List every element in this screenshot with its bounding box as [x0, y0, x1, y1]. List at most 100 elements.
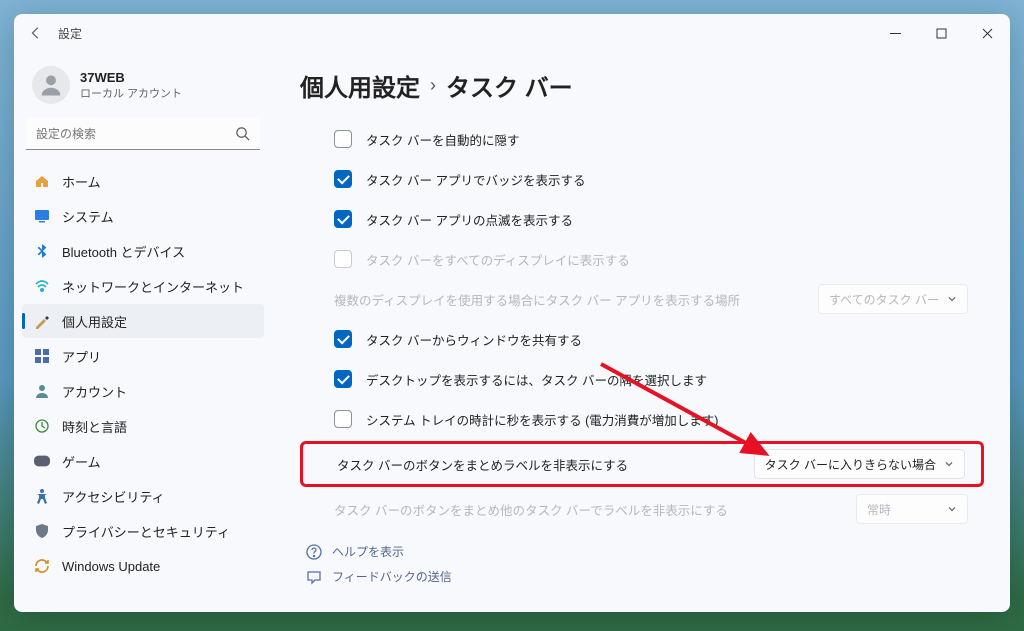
chevron-down-icon — [947, 294, 957, 304]
chevron-right-icon: › — [430, 75, 436, 96]
sidebar-item-label: システム — [62, 207, 114, 226]
setting-label: システム トレイの時計に秒を表示する (電力消費が増加します) — [366, 410, 968, 429]
privacy-icon — [34, 523, 50, 539]
sidebar-item-label: 個人用設定 — [62, 312, 127, 331]
sidebar-item-label: ネットワークとインターネット — [62, 277, 244, 296]
breadcrumb-current: タスク バー — [446, 68, 573, 103]
setting-label: タスク バー アプリの点滅を表示する — [366, 210, 968, 229]
sidebar-item-home[interactable]: ホーム — [22, 164, 264, 198]
bluetooth-icon — [34, 243, 50, 259]
sidebar-item-access[interactable]: アクセシビリティ — [22, 479, 264, 513]
feedback-link[interactable]: フィードバックの送信 — [306, 568, 984, 585]
sidebar-item-label: Windows Update — [62, 559, 160, 574]
setting-seconds[interactable]: システム トレイの時計に秒を表示する (電力消費が増加します) — [300, 399, 984, 439]
network-icon — [34, 278, 50, 294]
checkbox[interactable] — [334, 370, 352, 388]
setting-label: タスク バーのボタンをまとめラベルを非表示にする — [337, 455, 754, 474]
close-button[interactable] — [964, 17, 1010, 49]
sidebar-item-apps[interactable]: アプリ — [22, 339, 264, 373]
back-icon[interactable] — [28, 25, 44, 41]
apps-icon — [34, 348, 50, 364]
chevron-down-icon — [947, 504, 957, 514]
combo-value: 常時 — [867, 501, 891, 518]
settings-list: タスク バーを自動的に隠すタスク バー アプリでバッジを表示するタスク バー ア… — [300, 119, 984, 529]
minimize-button[interactable] — [872, 17, 918, 49]
settings-window: 設定 37WEB ローカル アカウント — [14, 14, 1010, 612]
setting-showdesk[interactable]: デスクトップを表示するには、タスク バーの隅を選択します — [300, 359, 984, 399]
sidebar-item-label: ホーム — [62, 172, 101, 191]
sidebar-item-label: 時刻と言語 — [62, 417, 127, 436]
checkbox — [334, 250, 352, 268]
window-title: 設定 — [58, 25, 82, 42]
setting-combine2: タスク バーのボタンをまとめ他のタスク バーでラベルを非表示にする常時 — [300, 489, 984, 529]
sidebar-item-network[interactable]: ネットワークとインターネット — [22, 269, 264, 303]
setting-label: 複数のディスプレイを使用する場合にタスク バー アプリを表示する場所 — [334, 290, 818, 309]
breadcrumb-parent[interactable]: 個人用設定 — [300, 68, 420, 103]
setting-autohide[interactable]: タスク バーを自動的に隠す — [300, 119, 984, 159]
setting-label: タスク バー アプリでバッジを表示する — [366, 170, 968, 189]
setting-combine: タスク バーのボタンをまとめラベルを非表示にするタスク バーに入りきらない場合 — [303, 444, 981, 484]
search-icon[interactable] — [235, 126, 250, 146]
checkbox[interactable] — [334, 170, 352, 188]
maximize-button[interactable] — [918, 17, 964, 49]
main-content: 個人用設定 › タスク バー タスク バーを自動的に隠すタスク バー アプリでバ… — [272, 52, 1010, 612]
sidebar-item-label: Bluetooth とデバイス — [62, 242, 185, 261]
home-icon — [34, 173, 50, 189]
setting-label: タスク バーからウィンドウを共有する — [366, 330, 968, 349]
sidebar-item-game[interactable]: ゲーム — [22, 444, 264, 478]
nav-list: ホームシステム Bluetooth とデバイスネットワークとインターネット個人用設… — [22, 164, 264, 583]
search-box — [26, 118, 260, 150]
combo-value: タスク バーに入りきらない場合 — [765, 456, 936, 473]
combo-combine[interactable]: タスク バーに入りきらない場合 — [754, 449, 965, 479]
game-icon — [34, 453, 50, 469]
sidebar-item-label: アクセシビリティ — [62, 487, 165, 506]
setting-label: タスク バーをすべてのディスプレイに表示する — [366, 250, 968, 269]
sidebar-item-account[interactable]: アカウント — [22, 374, 264, 408]
checkbox[interactable] — [334, 130, 352, 148]
combo-multidisp: すべてのタスク バー — [818, 284, 968, 314]
titlebar: 設定 — [14, 14, 1010, 52]
highlighted-setting: タスク バーのボタンをまとめラベルを非表示にするタスク バーに入りきらない場合 — [300, 441, 984, 487]
time-icon — [34, 418, 50, 434]
checkbox[interactable] — [334, 330, 352, 348]
profile-sub: ローカル アカウント — [80, 85, 182, 101]
sidebar-item-label: アプリ — [62, 347, 101, 366]
setting-sharewin[interactable]: タスク バーからウィンドウを共有する — [300, 319, 984, 359]
help-label: ヘルプを表示 — [332, 543, 404, 560]
sidebar-item-personalize[interactable]: 個人用設定 — [22, 304, 264, 338]
footer-links: ヘルプを表示 フィードバックの送信 — [300, 543, 984, 585]
breadcrumb: 個人用設定 › タスク バー — [300, 68, 984, 103]
sidebar-item-time[interactable]: 時刻と言語 — [22, 409, 264, 443]
setting-multidisp: 複数のディスプレイを使用する場合にタスク バー アプリを表示する場所すべてのタス… — [300, 279, 984, 319]
profile-block[interactable]: 37WEB ローカル アカウント — [22, 60, 264, 118]
checkbox[interactable] — [334, 410, 352, 428]
checkbox[interactable] — [334, 210, 352, 228]
update-icon — [34, 558, 50, 574]
combo-combine2: 常時 — [856, 494, 968, 524]
combo-value: すべてのタスク バー — [829, 291, 939, 308]
sidebar-item-bluetooth[interactable]: Bluetooth とデバイス — [22, 234, 264, 268]
sidebar-item-system[interactable]: システム — [22, 199, 264, 233]
search-input[interactable] — [26, 118, 260, 150]
help-link[interactable]: ヘルプを表示 — [306, 543, 984, 560]
setting-label: タスク バーのボタンをまとめ他のタスク バーでラベルを非表示にする — [334, 500, 856, 519]
sidebar: 37WEB ローカル アカウント ホームシステム Bluetooth とデバイスネ… — [14, 52, 272, 612]
setting-flash[interactable]: タスク バー アプリの点滅を表示する — [300, 199, 984, 239]
feedback-label: フィードバックの送信 — [332, 568, 452, 585]
account-icon — [34, 383, 50, 399]
sidebar-item-label: プライバシーとセキュリティ — [62, 522, 230, 541]
profile-name: 37WEB — [80, 70, 182, 85]
setting-label: デスクトップを表示するには、タスク バーの隅を選択します — [366, 370, 968, 389]
sidebar-item-update[interactable]: Windows Update — [22, 549, 264, 583]
system-icon — [34, 208, 50, 224]
sidebar-item-label: ゲーム — [62, 452, 101, 471]
setting-label: タスク バーを自動的に隠す — [366, 130, 968, 149]
help-icon — [306, 544, 322, 560]
sidebar-item-label: アカウント — [62, 382, 127, 401]
setting-badges[interactable]: タスク バー アプリでバッジを表示する — [300, 159, 984, 199]
sidebar-item-privacy[interactable]: プライバシーとセキュリティ — [22, 514, 264, 548]
access-icon — [34, 488, 50, 504]
chevron-down-icon — [944, 459, 954, 469]
avatar — [32, 66, 70, 104]
feedback-icon — [306, 569, 322, 585]
